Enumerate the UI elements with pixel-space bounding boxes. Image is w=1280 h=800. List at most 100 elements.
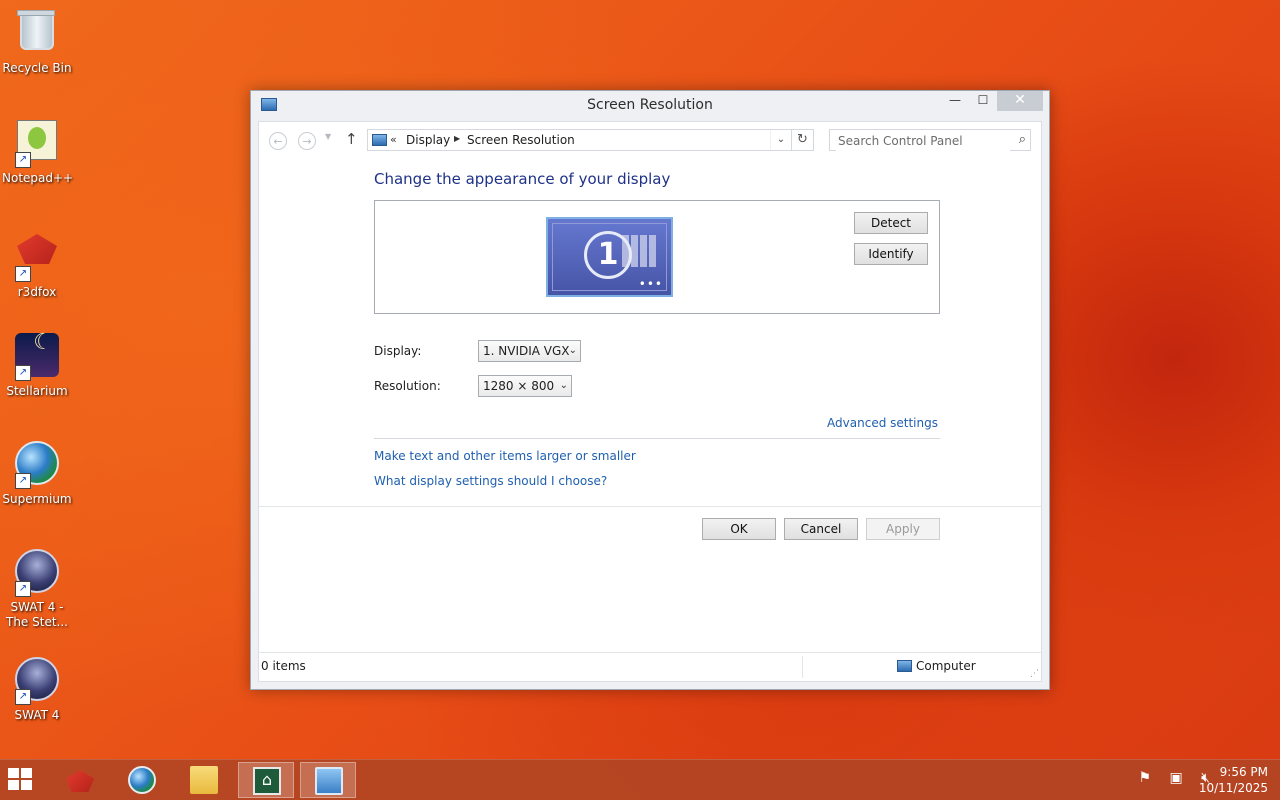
desktop-icon-notepadpp[interactable]: ↗ Notepad++ <box>2 116 74 186</box>
up-button[interactable]: ↑ <box>345 130 358 148</box>
search-input[interactable] <box>836 131 1010 151</box>
up-arrow-icon: ↑ <box>345 130 358 148</box>
resize-grip-icon[interactable]: ⋰ <box>1030 669 1039 679</box>
display-select[interactable]: 1. NVIDIA VGX ⌄ <box>478 340 581 362</box>
desktop-icon-label: Supermium <box>2 492 72 506</box>
desktop-icon-r3dfox[interactable]: ↗ r3dfox <box>2 224 72 300</box>
shortcut-arrow-icon: ↗ <box>15 581 31 597</box>
back-button[interactable]: ← <box>269 132 287 150</box>
status-location: Computer <box>916 659 976 673</box>
close-button[interactable]: ✕ <box>997 91 1043 111</box>
maximize-button[interactable]: ☐ <box>969 91 997 111</box>
notepadpp-icon: ↗ <box>13 120 61 168</box>
windows-logo-icon <box>21 768 32 778</box>
taskbar-screen-resolution[interactable] <box>300 762 356 798</box>
refresh-icon: ↻ <box>797 132 808 147</box>
taskbar-control-panel[interactable]: ⌂ <box>238 762 294 798</box>
system-tray: ⚑ ▣ 🔇︎ <box>1124 770 1210 786</box>
r3dfox-icon <box>66 770 94 792</box>
desktop-icon-label: SWAT 4 <box>14 708 60 722</box>
folder-icon <box>190 766 218 794</box>
divider <box>374 438 940 439</box>
screen-resolution-window: Screen Resolution — ☐ ✕ ← → ▼ ↑ « Displa… <box>250 90 1050 690</box>
breadcrumb-display[interactable]: Display <box>406 133 450 147</box>
search-box[interactable]: ⌕ <box>829 129 1031 151</box>
cancel-button[interactable]: Cancel <box>784 518 858 540</box>
home-icon: ⌂ <box>253 767 281 795</box>
search-icon[interactable]: ⌕ <box>1019 132 1026 147</box>
recycle-bin-icon <box>13 10 61 58</box>
breadcrumb-separator-icon[interactable]: ▶ <box>454 134 460 143</box>
desktop-icon-label: Recycle Bin <box>2 61 72 75</box>
divider <box>259 506 1041 507</box>
windows-logo-icon <box>8 780 19 790</box>
display-label: Display: <box>374 344 422 358</box>
clock[interactable]: 9:56 PM 10/11/2025 <box>1199 764 1268 796</box>
breadcrumb-overflow[interactable]: « <box>390 133 397 146</box>
monitor-1-thumbnail[interactable]: 1 ••• <box>546 217 673 297</box>
control-panel-icon <box>372 134 387 146</box>
chevron-down-icon: ⌄ <box>559 380 568 391</box>
swat4-icon: ↗ <box>13 549 61 597</box>
computer-icon <box>897 660 912 672</box>
supermium-icon: ↗ <box>13 441 61 489</box>
supermium-icon <box>128 766 156 794</box>
window-title: Screen Resolution <box>587 97 713 113</box>
network-icon[interactable]: ▣ <box>1169 770 1182 786</box>
clock-date: 10/11/2025 <box>1198 781 1268 795</box>
clock-time: 9:56 PM <box>1219 765 1268 779</box>
taskbar-file-explorer[interactable] <box>176 762 232 798</box>
display-settings-help-link[interactable]: What display settings should I choose? <box>374 474 607 488</box>
back-arrow-icon: ← <box>273 135 283 148</box>
stellarium-icon: ↗ <box>13 333 61 381</box>
display-select-value: 1. NVIDIA VGX <box>483 344 570 358</box>
ok-button[interactable]: OK <box>702 518 776 540</box>
monitor-dots-icon: ••• <box>638 277 663 291</box>
desktop-icon-supermium[interactable]: ↗ Supermium <box>2 439 72 507</box>
forward-button[interactable]: → <box>298 132 316 150</box>
swat4-icon: ↗ <box>13 657 61 705</box>
detect-button[interactable]: Detect <box>854 212 928 234</box>
navigation-bar: ← → ▼ ↑ « Display ▶ Screen Resolution ⌄ … <box>259 122 1041 158</box>
action-center-flag-icon[interactable]: ⚑ <box>1138 770 1151 786</box>
windows-logo-icon <box>21 780 32 790</box>
start-button[interactable] <box>8 768 34 792</box>
divider <box>802 656 803 678</box>
identify-button[interactable]: Identify <box>854 243 928 265</box>
shortcut-arrow-icon: ↗ <box>15 152 31 168</box>
taskbar-r3dfox[interactable] <box>52 762 108 798</box>
page-heading: Change the appearance of your display <box>374 170 671 188</box>
refresh-button[interactable]: ↻ <box>792 129 814 151</box>
text-size-link[interactable]: Make text and other items larger or smal… <box>374 449 636 463</box>
taskbar-supermium[interactable] <box>114 762 170 798</box>
address-dropdown-button[interactable]: ⌄ <box>770 130 791 150</box>
chevron-down-icon: ⌄ <box>776 134 786 145</box>
minimize-button[interactable]: — <box>941 91 969 111</box>
desktop-icon-stellarium[interactable]: ↗ Stellarium <box>2 331 72 399</box>
desktop-icon-label: Notepad++ <box>2 171 74 185</box>
desktop-icon-swat4[interactable]: ↗ SWAT 4 <box>2 655 72 723</box>
chevron-down-icon: ⌄ <box>568 345 577 356</box>
r3dfox-icon: ↗ <box>13 234 61 282</box>
recent-locations-dropdown[interactable]: ▼ <box>325 132 331 141</box>
desktop-icon-swat4-stetchkov[interactable]: ↗ SWAT 4 - The Stet... <box>2 547 72 630</box>
apply-button[interactable]: Apply <box>866 518 940 540</box>
advanced-settings-link[interactable]: Advanced settings <box>827 416 938 430</box>
resolution-select[interactable]: 1280 × 800 ⌄ <box>478 375 572 397</box>
shortcut-arrow-icon: ↗ <box>15 365 31 381</box>
resolution-label: Resolution: <box>374 379 441 393</box>
shortcut-arrow-icon: ↗ <box>15 689 31 705</box>
forward-arrow-icon: → <box>302 135 312 148</box>
display-icon <box>315 767 343 795</box>
windows-logo-icon <box>8 768 19 778</box>
desktop-icon-label: r3dfox <box>17 285 57 299</box>
title-bar[interactable]: Screen Resolution — ☐ ✕ <box>251 91 1049 119</box>
breadcrumb-screen-resolution[interactable]: Screen Resolution <box>467 133 575 147</box>
item-count: 0 items <box>261 659 306 673</box>
desktop-icon-label: Stellarium <box>6 384 68 398</box>
address-bar[interactable]: « Display ▶ Screen Resolution ⌄ <box>367 129 792 151</box>
monitor-arrangement-panel: 1 ••• Detect Identify <box>374 200 940 314</box>
chevron-down-icon: ▼ <box>325 132 332 141</box>
desktop-icon-recycle-bin[interactable]: Recycle Bin <box>2 6 72 76</box>
resolution-select-value: 1280 × 800 <box>483 379 555 393</box>
